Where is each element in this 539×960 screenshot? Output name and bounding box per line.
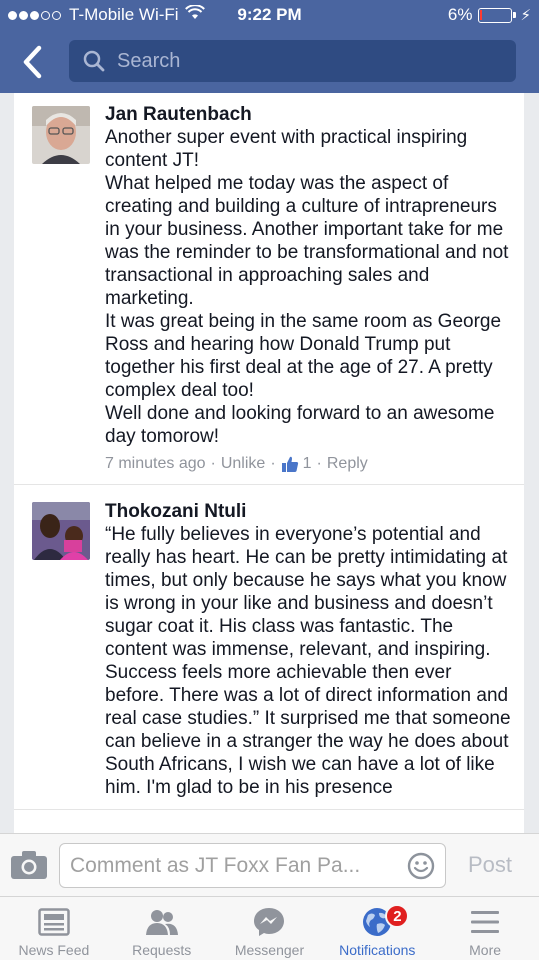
top-bar: T-Mobile Wi-Fi 9:22 PM 6% ⚡︎ — [0, 0, 539, 93]
post-button[interactable]: Post — [468, 852, 512, 878]
news-feed-icon — [37, 907, 71, 937]
status-bar: T-Mobile Wi-Fi 9:22 PM 6% ⚡︎ — [0, 0, 539, 30]
unlike-button[interactable]: Unlike — [221, 454, 265, 474]
notification-badge: 2 — [385, 904, 410, 928]
tab-label: Messenger — [234, 942, 305, 958]
avatar[interactable] — [32, 502, 90, 560]
requests-icon — [145, 907, 179, 937]
menu-icon — [468, 907, 502, 937]
sticker-button[interactable] — [407, 852, 435, 880]
tab-notifications[interactable]: 2 Notifications — [323, 897, 431, 960]
charging-icon: ⚡︎ — [520, 7, 531, 24]
tab-requests[interactable]: Requests — [108, 897, 216, 960]
comment-timestamp[interactable]: 7 minutes ago — [105, 454, 206, 474]
tab-messenger[interactable]: Messenger — [216, 897, 324, 960]
search-icon — [83, 50, 105, 72]
back-button[interactable] — [16, 44, 48, 80]
like-count[interactable]: 1 — [303, 454, 312, 474]
comment-text: “He fully believes in everyone’s potenti… — [105, 524, 511, 798]
messenger-icon — [252, 907, 286, 937]
comment-field[interactable] — [59, 843, 446, 888]
camera-button[interactable] — [10, 850, 48, 880]
comment-text: Another super event with practical inspi… — [105, 127, 509, 447]
thumbs-up-icon — [281, 455, 299, 473]
comment-author[interactable]: Jan Rautenbach — [105, 104, 512, 126]
search-bar[interactable] — [69, 40, 516, 82]
smiley-icon — [407, 852, 435, 880]
tab-more[interactable]: More — [431, 897, 539, 960]
tab-label: Requests — [132, 942, 192, 958]
avatar[interactable] — [32, 106, 90, 164]
camera-icon — [11, 851, 47, 879]
comment-input[interactable] — [70, 853, 390, 878]
comment-item: Thokozani Ntuli “He fully believes in ev… — [14, 485, 524, 810]
tab-news-feed[interactable]: News Feed — [0, 897, 108, 960]
tab-label: More — [469, 942, 502, 958]
tab-label: Notifications — [339, 942, 416, 958]
tab-label: News Feed — [18, 942, 90, 958]
comment-composer: Post — [0, 833, 539, 896]
comment-meta: 7 minutes ago · Unlike · 1 · Reply — [105, 454, 368, 474]
comments-list: Jan Rautenbach Another super event with … — [14, 93, 524, 833]
search-input[interactable] — [117, 49, 497, 73]
comment-item: Jan Rautenbach Another super event with … — [14, 93, 524, 485]
tab-bar: News Feed Requests Messenger 2 Notificat… — [0, 896, 539, 960]
reply-button[interactable]: Reply — [327, 454, 368, 474]
battery-percent: 6% — [447, 5, 473, 24]
chevron-left-icon — [23, 45, 42, 79]
battery-icon — [478, 7, 513, 23]
comment-author[interactable]: Thokozani Ntuli — [105, 501, 512, 523]
